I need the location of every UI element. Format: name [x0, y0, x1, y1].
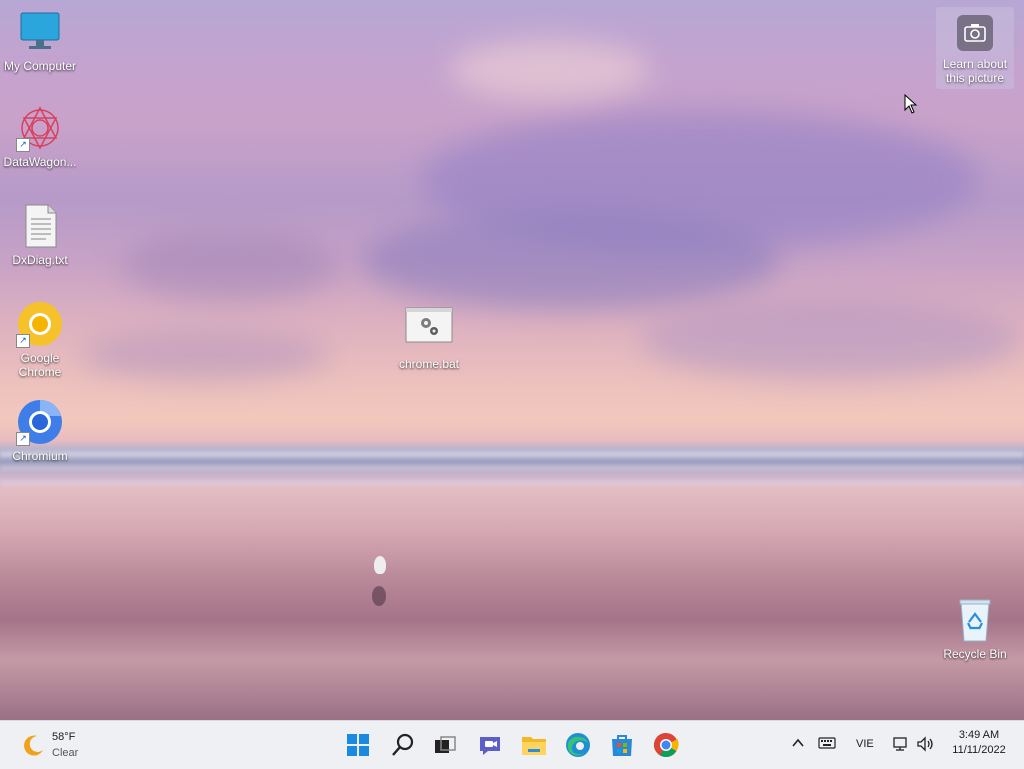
clock-date: 11/11/2022 [952, 744, 1006, 756]
seagull-reflection [372, 586, 386, 606]
chat-icon [480, 737, 500, 755]
start-icon [347, 734, 369, 756]
desktop-icon-recycle-bin[interactable]: Recycle Bin [935, 596, 1015, 661]
keyboard-icon [818, 737, 836, 749]
cloud [120, 230, 340, 300]
edge-icon [566, 733, 590, 757]
icon-label: Chromium [12, 449, 68, 463]
volume-button[interactable] [916, 735, 936, 758]
batch-file-icon [405, 306, 453, 354]
speaker-icon [917, 736, 933, 752]
icon-label: Google Chrome [18, 351, 62, 379]
search-button[interactable] [387, 729, 419, 761]
taskbar: 58°F Clear VIE 3:49 AM 11/11/2022 [0, 720, 1024, 769]
chrome-icon: ↗ [16, 300, 64, 348]
clock-time: 3:49 AM [958, 729, 1000, 741]
desktop-wallpaper [0, 0, 1024, 720]
chromium-icon: ↗ [16, 398, 64, 446]
monitor-icon [16, 8, 64, 56]
learn-label-line2: this picture [945, 71, 1005, 85]
input-language[interactable]: VIE [856, 738, 874, 750]
show-hidden-icons-button[interactable] [790, 735, 806, 756]
icon-label: DxDiag.txt [12, 253, 68, 267]
task-view-button[interactable] [429, 729, 461, 761]
desktop-icon-dxdiag[interactable]: DxDiag.txt [0, 202, 80, 267]
cloud [80, 330, 330, 380]
icon-label: My Computer [3, 59, 77, 73]
network-icon [893, 737, 907, 751]
chrome-taskbar-button[interactable] [650, 729, 682, 761]
seagull [374, 556, 386, 574]
shortcut-arrow-icon: ↗ [16, 334, 30, 348]
chat-button[interactable] [474, 729, 506, 761]
shortcut-arrow-icon: ↗ [16, 138, 30, 152]
task-view-icon [435, 736, 456, 753]
desktop-icon-chromium[interactable]: ↗ Chromium [0, 398, 80, 463]
chevron-up-icon [792, 738, 804, 747]
learn-label-line1: Learn about [942, 57, 1008, 71]
chrome-icon [653, 733, 679, 758]
mouse-cursor-icon [904, 93, 918, 119]
desktop-icon-my-computer[interactable]: My Computer [0, 8, 80, 73]
search-icon [392, 733, 414, 756]
cloud [450, 40, 650, 100]
weather-widget[interactable]: 58°F Clear [14, 729, 94, 763]
desktop-icon-google-chrome[interactable]: ↗ Google Chrome [0, 300, 80, 379]
wave [0, 480, 1024, 486]
weather-temp: 58°F [52, 731, 76, 743]
store-icon [612, 735, 632, 756]
file-explorer-button[interactable] [518, 729, 550, 761]
desktop-icon-chrome-bat[interactable]: chrome.bat [389, 306, 469, 371]
recycle-bin-icon [951, 596, 999, 644]
weather-condition: Clear [52, 747, 79, 759]
icon-label: Recycle Bin [943, 647, 1007, 661]
learn-about-picture-button[interactable]: Learn about this picture [936, 7, 1014, 89]
icon-label: chrome.bat [398, 357, 460, 371]
cloud [640, 300, 1020, 380]
start-button[interactable] [342, 729, 374, 761]
wave [0, 466, 1024, 470]
store-button[interactable] [606, 729, 638, 761]
desktop-icon-datawagon[interactable]: ↗ DataWagon... [0, 104, 80, 169]
edge-button[interactable] [562, 729, 594, 761]
wave [0, 452, 1024, 457]
shortcut-arrow-icon: ↗ [16, 432, 30, 446]
camera-icon [957, 15, 993, 51]
datawagon-icon: ↗ [16, 104, 64, 152]
clock[interactable]: 3:49 AM 11/11/2022 [944, 728, 1014, 758]
icon-label: DataWagon... [3, 155, 77, 169]
cloud [360, 210, 780, 310]
moon-icon [20, 733, 46, 764]
text-file-icon [16, 202, 64, 250]
touch-keyboard-button[interactable] [818, 735, 836, 756]
file-explorer-icon [522, 737, 546, 755]
network-status-button[interactable] [892, 735, 910, 758]
